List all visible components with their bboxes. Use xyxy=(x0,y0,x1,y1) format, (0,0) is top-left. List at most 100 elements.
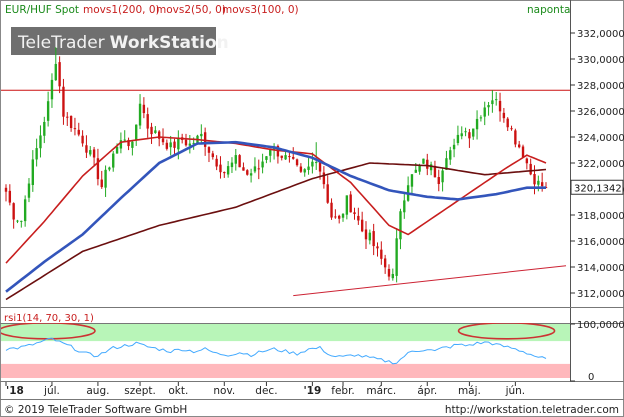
candle-body xyxy=(525,158,529,164)
candle-body xyxy=(318,162,322,172)
candle-body xyxy=(288,156,291,158)
candle-body xyxy=(506,118,509,128)
candle-body xyxy=(188,143,192,146)
candle-body xyxy=(357,215,360,221)
candle-body xyxy=(426,159,429,169)
candle-body xyxy=(142,104,146,114)
candle-body xyxy=(253,166,257,172)
candle-body xyxy=(372,231,375,247)
candle-body xyxy=(487,105,490,108)
candle-body xyxy=(498,100,502,112)
candle-body xyxy=(479,117,483,119)
candle-body xyxy=(215,158,218,167)
candle-body xyxy=(533,173,536,185)
candle-body xyxy=(464,131,467,133)
candle-body xyxy=(326,184,329,203)
candle-body xyxy=(376,246,379,249)
candle-body xyxy=(518,144,521,148)
candle-body xyxy=(223,172,226,174)
candle-body xyxy=(85,145,88,153)
candle-body xyxy=(330,202,333,218)
candle-body xyxy=(184,139,188,146)
candle-body xyxy=(399,211,402,240)
candle-body xyxy=(50,79,54,100)
candle-body xyxy=(177,137,180,150)
candle-body xyxy=(349,194,352,213)
time-tick-label: máj. xyxy=(458,385,481,397)
candle-body xyxy=(364,229,368,240)
candle-body xyxy=(403,200,406,213)
candle-body xyxy=(441,170,444,183)
candle-body xyxy=(62,86,65,117)
candle-body xyxy=(169,142,172,148)
candle-body xyxy=(115,146,119,154)
candle-body xyxy=(8,190,12,203)
candle-body xyxy=(211,153,214,158)
logo-text-bold: WorkStation xyxy=(110,33,229,53)
candle-body xyxy=(16,220,19,222)
candle-body xyxy=(246,170,249,175)
candle-body xyxy=(472,128,475,137)
movs2-label: movs2(50, 0) xyxy=(156,4,226,16)
candle-body xyxy=(66,116,69,118)
candle-body xyxy=(280,155,283,158)
candle-body xyxy=(303,169,306,173)
candle-body xyxy=(161,138,165,143)
candle-body xyxy=(207,147,211,153)
candle-body xyxy=(73,128,77,130)
time-tick-label: ápr. xyxy=(417,385,437,397)
time-tick-label: '19 xyxy=(303,385,321,397)
candle-body xyxy=(334,216,337,218)
time-tick-label: okt. xyxy=(168,385,188,397)
price-tick-label: 312,0000 xyxy=(577,289,624,300)
price-tick-label: 328,0000 xyxy=(577,81,624,92)
candle-body xyxy=(521,146,525,158)
candle-body xyxy=(265,156,268,160)
candle-body xyxy=(395,238,398,276)
candle-body xyxy=(380,249,383,259)
candle-body xyxy=(234,155,237,164)
candle-body xyxy=(292,156,295,159)
candle-body xyxy=(100,179,103,188)
website-url[interactable]: http://workstation.teletrader.com xyxy=(445,404,619,416)
candle-body xyxy=(4,187,8,192)
candle-body xyxy=(452,144,456,150)
candle-body xyxy=(437,177,440,185)
candle-body xyxy=(502,112,506,119)
candle-body xyxy=(200,133,203,137)
candle-body xyxy=(23,199,27,222)
candle-body xyxy=(104,169,107,188)
candle-body xyxy=(92,149,96,158)
candle-body xyxy=(529,163,532,175)
candle-body xyxy=(387,268,391,277)
candle-body xyxy=(31,159,34,186)
candle-body xyxy=(410,174,414,187)
svg-text:TeleTraderWorkStation: TeleTrader WorkStation xyxy=(17,33,229,53)
candle-body xyxy=(368,232,372,241)
candle-body xyxy=(456,134,460,144)
candle-body xyxy=(540,182,544,187)
candle-body xyxy=(261,161,264,168)
candle-body xyxy=(360,219,364,232)
candle-body xyxy=(449,150,452,160)
time-tick-label: nov. xyxy=(213,385,235,397)
candle-body xyxy=(299,166,303,172)
candle-body xyxy=(422,158,425,164)
chart-window: EUR/HUF Spot movs1(200, 0) movs2(50, 0) … xyxy=(0,0,624,417)
candle-body xyxy=(58,62,61,87)
candle-body xyxy=(383,258,387,268)
time-tick-label: '18 xyxy=(6,385,24,397)
time-tick-label: szept. xyxy=(124,385,156,397)
candle-body xyxy=(284,155,287,160)
candle-body xyxy=(483,107,486,117)
candle-body xyxy=(315,162,318,164)
candle-body xyxy=(230,162,234,168)
price-tick-label: 326,0000 xyxy=(577,107,624,118)
candle-body xyxy=(150,126,153,135)
movs1-label: movs1(200, 0) xyxy=(83,4,160,16)
teletrader-logo: TeleTrader WorkStation xyxy=(11,27,229,55)
candle-body xyxy=(353,212,356,215)
candle-body xyxy=(39,135,42,149)
price-tick-label: 322,0000 xyxy=(577,159,624,170)
copyright-text: © 2019 TeleTrader Software GmbH xyxy=(4,404,187,416)
